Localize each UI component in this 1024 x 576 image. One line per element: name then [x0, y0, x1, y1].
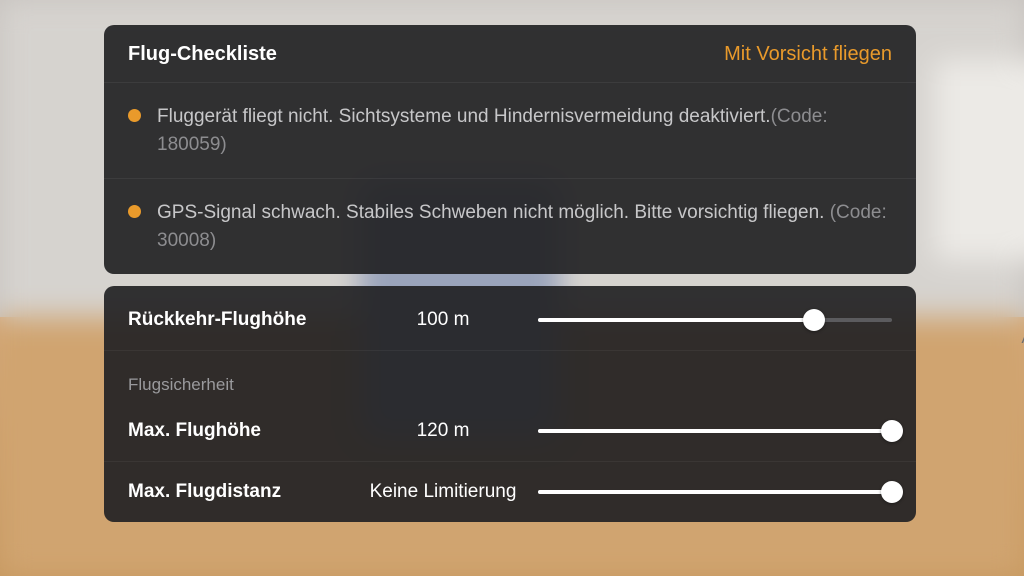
- checklist-item-text: GPS-Signal schwach. Stabiles Schweben ni…: [157, 199, 892, 254]
- warning-dot-icon: [128, 205, 141, 218]
- checklist-title: Flug-Checkliste: [128, 43, 277, 66]
- setting-row-max-distance: Max. Flugdistanz Keine Limitierung: [104, 462, 916, 522]
- slider-thumb[interactable]: [881, 420, 903, 442]
- checklist-item-text: Fluggerät fliegt nicht. Sichtsysteme und…: [157, 103, 892, 158]
- warning-dot-icon: [128, 109, 141, 122]
- checklist-item[interactable]: GPS-Signal schwach. Stabiles Schweben ni…: [104, 179, 916, 274]
- checklist-item-msg: Fluggerät fliegt nicht. Sichtsysteme und…: [157, 106, 771, 127]
- checklist-card: Flug-Checkliste Mit Vorsicht fliegen Flu…: [104, 25, 916, 274]
- slider-thumb[interactable]: [881, 481, 903, 503]
- setting-value: 100 m: [368, 309, 518, 331]
- max-distance-slider[interactable]: [538, 480, 892, 504]
- checklist-header: Flug-Checkliste Mit Vorsicht fliegen: [104, 25, 916, 83]
- slider-fill: [538, 490, 892, 494]
- settings-card: Rückkehr-Flughöhe 100 m Flugsicherheit M…: [104, 286, 916, 522]
- checklist-item-msg: GPS-Signal schwach. Stabiles Schweben ni…: [157, 202, 830, 223]
- setting-row-max-altitude: Max. Flughöhe 120 m: [104, 401, 916, 462]
- checklist-status[interactable]: Mit Vorsicht fliegen: [724, 43, 892, 66]
- slider-thumb[interactable]: [803, 309, 825, 331]
- section-header-safety: Flugsicherheit: [104, 351, 916, 401]
- setting-value: 120 m: [368, 420, 518, 442]
- max-altitude-slider[interactable]: [538, 419, 892, 443]
- rth-altitude-slider[interactable]: [538, 308, 892, 332]
- slider-fill: [538, 429, 892, 433]
- setting-value: Keine Limitierung: [368, 481, 518, 503]
- slider-fill: [538, 318, 814, 322]
- setting-label: Max. Flughöhe: [128, 420, 348, 442]
- setting-row-rth: Rückkehr-Flughöhe 100 m: [104, 290, 916, 351]
- checklist-item[interactable]: Fluggerät fliegt nicht. Sichtsysteme und…: [104, 83, 916, 179]
- setting-label: Rückkehr-Flughöhe: [128, 309, 348, 331]
- setting-label: Max. Flugdistanz: [128, 481, 348, 503]
- settings-overlay: Flug-Checkliste Mit Vorsicht fliegen Flu…: [104, 25, 916, 534]
